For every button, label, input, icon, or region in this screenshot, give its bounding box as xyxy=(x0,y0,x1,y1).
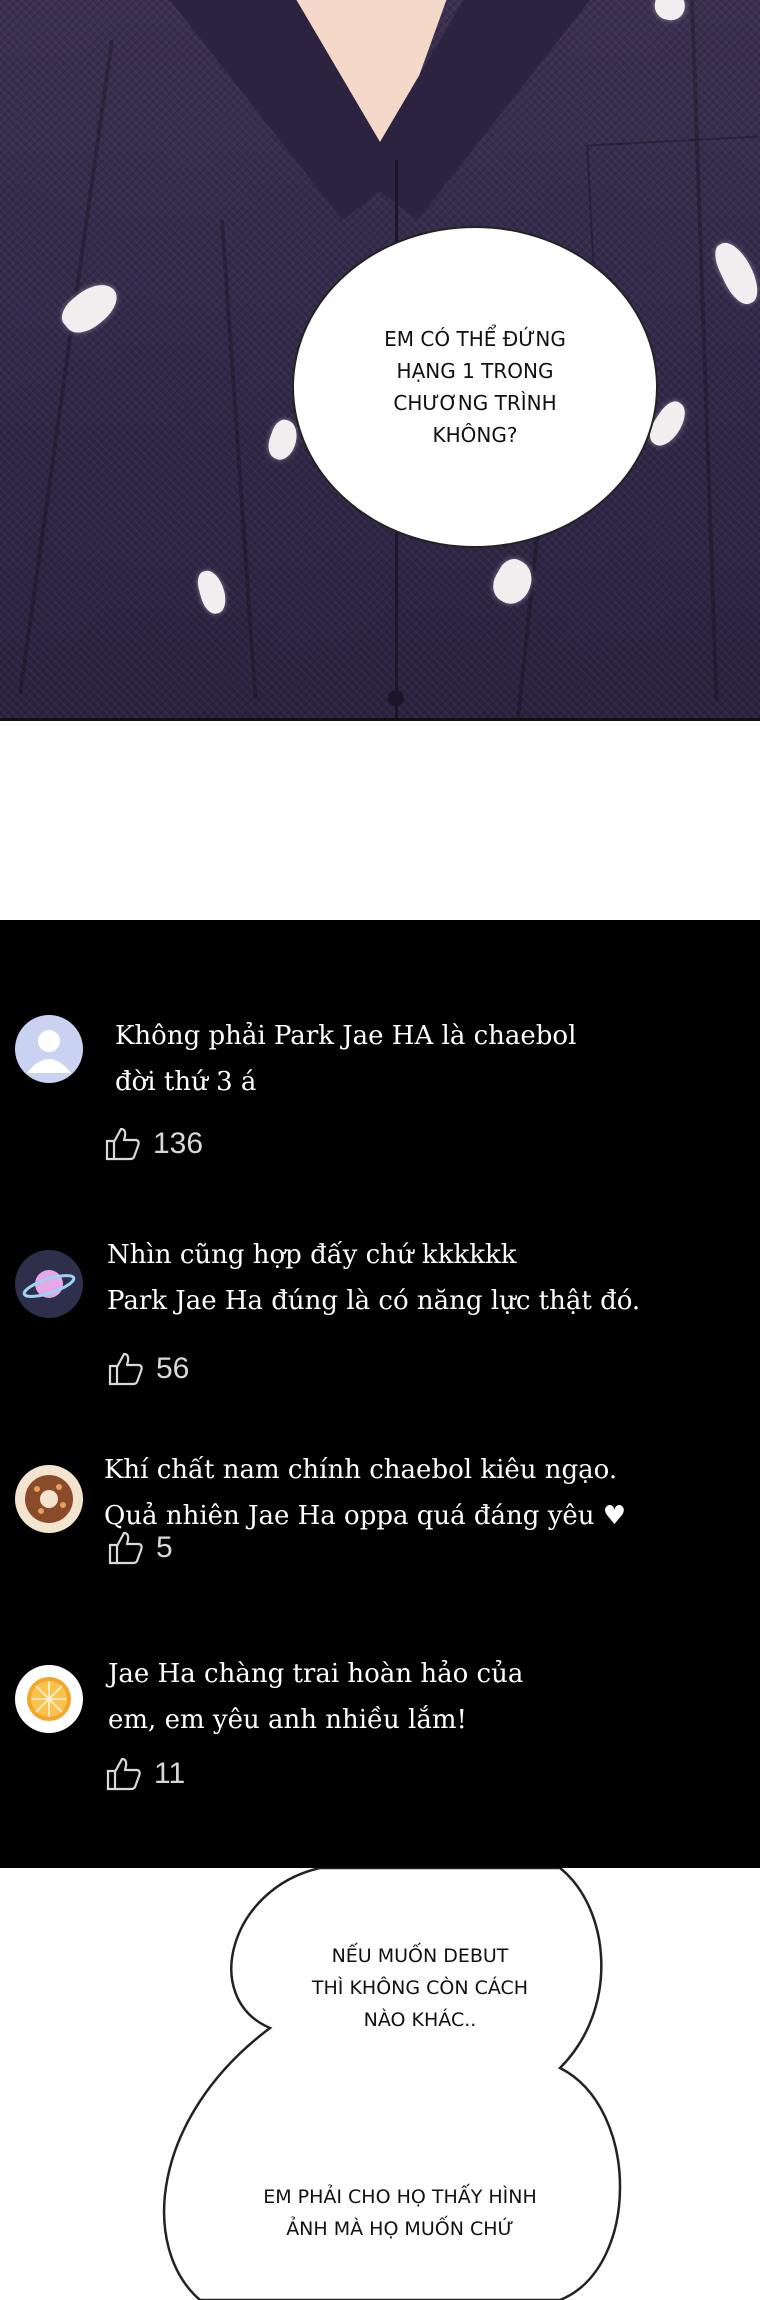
like-button[interactable]: 56 xyxy=(108,1352,189,1386)
donut-icon[interactable] xyxy=(15,1465,83,1533)
falling-petal xyxy=(55,274,125,342)
thumbs-up-icon xyxy=(108,1352,143,1386)
speech-bubble-lower: EM PHẢI CHO HỌ THẤY HÌNH ẢNH MÀ HỌ MUỐN … xyxy=(190,2173,610,2253)
shirt-button xyxy=(388,690,404,706)
falling-petal xyxy=(652,0,688,23)
speech-bubble-upper: NẾU MUỐN DEBUT THÌ KHÔNG CÒN CÁCH NÀO KH… xyxy=(250,1928,590,2048)
falling-petal xyxy=(194,567,230,617)
thumbs-up-icon xyxy=(106,1757,141,1791)
like-count: 11 xyxy=(154,1757,186,1790)
comment-text: Nhìn cũng hợp đấy chứ kkkkkk Park Jae Ha… xyxy=(107,1240,641,1316)
speech-text: NẾU MUỐN DEBUT THÌ KHÔNG CÒN CÁCH NÀO KH… xyxy=(311,1945,529,2031)
like-count: 136 xyxy=(153,1127,204,1160)
like-button[interactable]: 11 xyxy=(106,1757,185,1791)
orange-slice-icon[interactable] xyxy=(15,1665,83,1733)
shirt-fold xyxy=(18,39,114,694)
manga-panel-top: EM CÓ THỂ ĐỨNG HẠNG 1 TRONG CHƯƠNG TRÌNH… xyxy=(0,0,760,721)
comment-text: Khí chất nam chính chaebol kiêu ngạo. Qu… xyxy=(104,1455,627,1531)
default-user-icon[interactable] xyxy=(15,1015,83,1083)
like-count: 5 xyxy=(156,1531,173,1564)
like-button[interactable]: 136 xyxy=(105,1127,203,1161)
shirt-fold xyxy=(220,219,258,699)
comment-text: Không phải Park Jae HA là chaebol đời th… xyxy=(115,1021,577,1097)
speech-bubble: EM CÓ THỂ ĐỨNG HẠNG 1 TRONG CHƯƠNG TRÌNH… xyxy=(292,226,658,548)
speech-text: EM CÓ THỂ ĐỨNG HẠNG 1 TRONG CHƯƠNG TRÌNH… xyxy=(384,327,566,447)
comment-section: Không phải Park Jae HA là chaebol đời th… xyxy=(0,920,760,1868)
speech-text: EM PHẢI CHO HỌ THẤY HÌNH ẢNH MÀ HỌ MUỐN … xyxy=(263,2186,537,2240)
like-count: 56 xyxy=(156,1352,190,1385)
thumbs-up-icon xyxy=(105,1127,140,1161)
manga-panel-bottom: NẾU MUỐN DEBUT THÌ KHÔNG CÒN CÁCH NÀO KH… xyxy=(0,1868,760,2300)
comment-text: Jae Ha chàng trai hoàn hảo của em, em yê… xyxy=(108,1659,524,1735)
like-button[interactable]: 5 xyxy=(108,1531,173,1565)
planet-icon[interactable] xyxy=(15,1250,83,1318)
shirt-fold xyxy=(690,0,719,700)
thumbs-up-icon xyxy=(108,1531,143,1565)
